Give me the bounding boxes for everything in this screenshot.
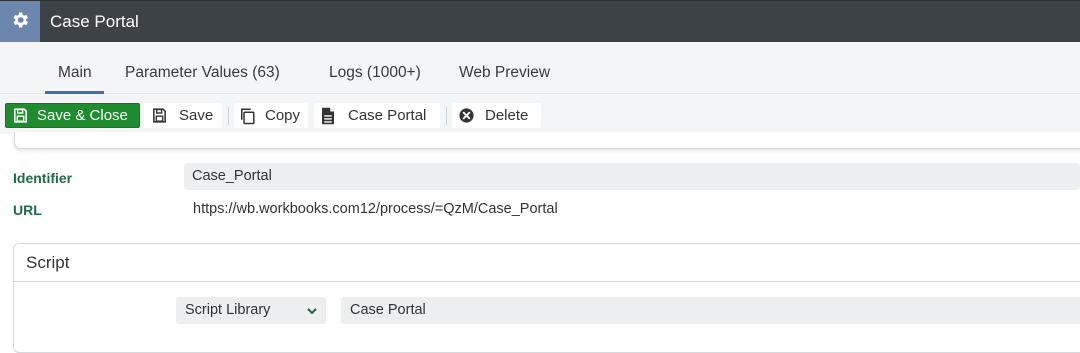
copy-button[interactable]: Copy (234, 103, 308, 128)
case-portal-label: Case Portal (348, 107, 427, 124)
floppy-disk-icon (150, 107, 168, 125)
chevron-down-icon (306, 297, 318, 324)
script-value-field[interactable]: Case Portal (341, 297, 1080, 324)
floppy-disk-icon (11, 107, 29, 125)
tab-parameter-values[interactable]: Parameter Values (63) (125, 42, 280, 94)
gear-icon (10, 10, 30, 35)
circle-x-icon (457, 107, 475, 125)
title-bar: Case Portal (0, 0, 1080, 43)
identifier-field[interactable]: Case_Portal (184, 163, 1080, 190)
save-button[interactable]: Save (144, 103, 222, 128)
delete-label: Delete (485, 107, 529, 124)
toolbar-divider (446, 107, 447, 125)
delete-button[interactable]: Delete (452, 103, 541, 128)
script-type-select[interactable]: Script Library (176, 297, 326, 324)
toolbar: Save & Close Save Copy Case Portal Delet… (0, 94, 1080, 134)
settings-button[interactable] (0, 1, 40, 43)
toolbar-divider (228, 107, 229, 125)
window-title: Case Portal (50, 12, 139, 31)
url-label: URL (13, 202, 42, 218)
case-portal-button[interactable]: Case Portal (314, 103, 440, 128)
tab-web-preview[interactable]: Web Preview (459, 42, 550, 94)
panel-edge (14, 132, 1080, 149)
copy-label: Copy (265, 107, 301, 124)
copy-icon (238, 107, 256, 125)
script-panel-header: Script (14, 244, 1080, 282)
tab-main[interactable]: Main (45, 42, 104, 94)
script-panel-title: Script (26, 253, 70, 272)
tab-logs[interactable]: Logs (1000+) (329, 42, 421, 94)
save-close-button[interactable]: Save & Close (5, 103, 140, 128)
save-close-label: Save & Close (37, 107, 128, 124)
document-icon (319, 107, 337, 125)
tab-bar: Main Parameter Values (63) Logs (1000+) … (0, 42, 1080, 94)
identifier-label: Identifier (13, 170, 73, 186)
script-type-selected: Script Library (185, 302, 271, 318)
save-label: Save (179, 107, 214, 124)
url-value: https://wb.workbooks.com12/process/=QzM/… (193, 201, 558, 217)
